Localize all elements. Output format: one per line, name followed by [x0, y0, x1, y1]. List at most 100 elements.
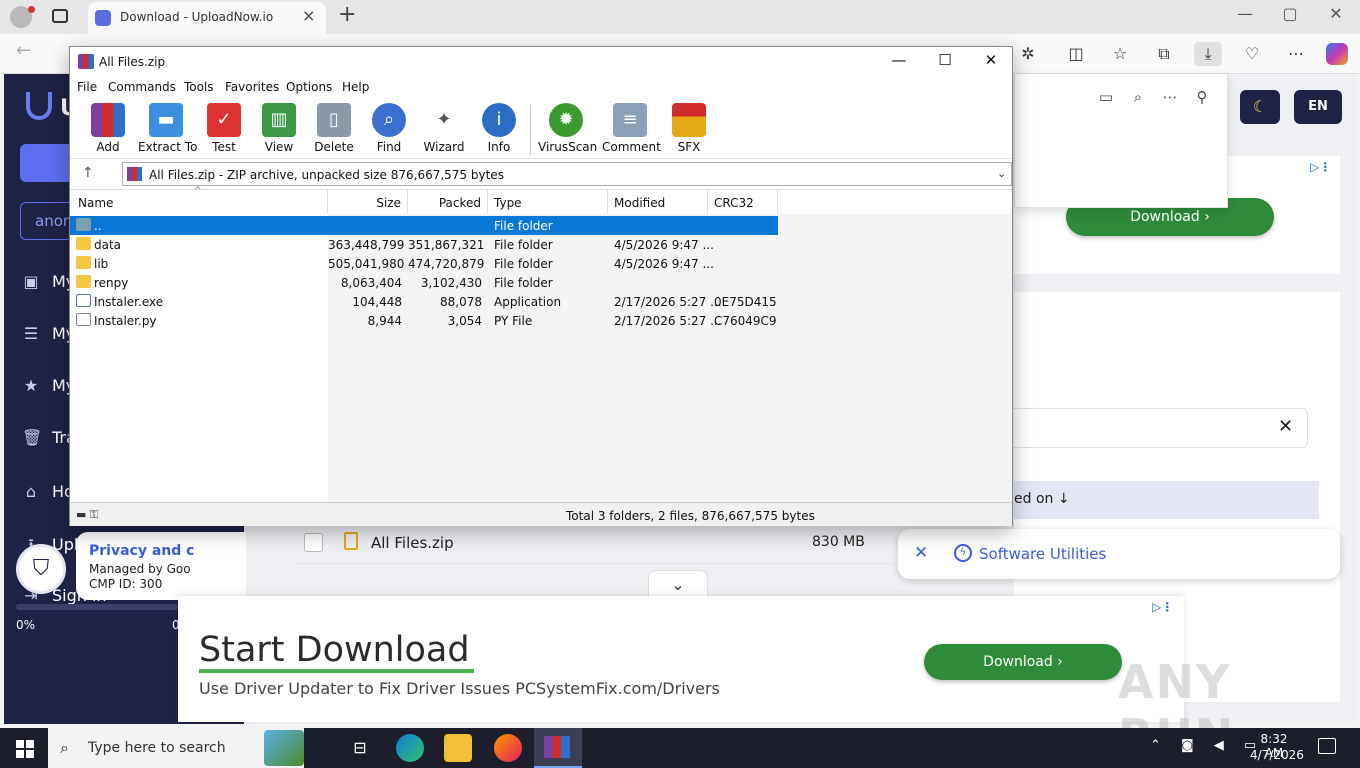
new-tab-button[interactable]: + [338, 2, 356, 27]
row-packed: 88,078 [440, 295, 482, 309]
file-checkbox[interactable] [304, 533, 323, 552]
taskbar-search-placeholder: Type here to search [88, 740, 226, 756]
firefox-icon[interactable] [494, 734, 522, 762]
toolbar-test-button[interactable]: ✓ Test [196, 103, 252, 157]
browser-tab[interactable]: Download - UploadNow.io × [88, 2, 326, 34]
row-size: 505,041,980 [328, 257, 405, 271]
up-folder-icon[interactable]: ↑ [82, 165, 94, 181]
table-row[interactable]: Instaler.exe 104,448 88,078 Application … [70, 292, 778, 311]
clock-date[interactable]: 4/7/2026 [1250, 748, 1304, 762]
sidebar-item-my-files[interactable]: ☰ My [22, 324, 75, 343]
split-screen-icon[interactable]: ◫ [1062, 42, 1090, 66]
chevron-down-icon[interactable]: ⌄ [997, 167, 1006, 180]
downloads-icon[interactable]: ⤓ [1194, 42, 1222, 66]
sidebar-item-my-uploads[interactable]: ▣ My [22, 272, 75, 291]
column-header-name[interactable]: Name ^ [70, 186, 328, 214]
toolbar-info-button[interactable]: i Info [471, 103, 527, 157]
drive-key-icon[interactable]: ▬ ⚿ [76, 508, 98, 522]
sidebar-item-home[interactable]: ⌂ Ho [22, 482, 74, 501]
toolbar-sfx-button[interactable]: SFX [661, 103, 717, 157]
column-header-type[interactable]: Type [488, 190, 608, 214]
toolbar-comment-button[interactable]: ≡ Comment [602, 103, 661, 157]
site-logo-icon[interactable] [26, 92, 52, 120]
column-header-size[interactable]: Size [328, 190, 408, 214]
more-menu-icon[interactable]: ⋯ [1282, 42, 1310, 66]
toolbar-virusscan-button[interactable]: ✹ VirusScan [538, 103, 597, 157]
winrar-maximize-button[interactable]: ☐ [922, 51, 968, 73]
menu-commands[interactable]: Commands [108, 80, 176, 94]
taskbar-search-box[interactable]: ⌕ Type here to search [48, 728, 304, 768]
toolbar-extract-to-button[interactable]: ▬ Extract To [138, 103, 197, 157]
archive-path-dropdown[interactable]: All Files.zip - ZIP archive, unpacked si… [122, 162, 1012, 186]
moon-icon[interactable]: ☾ [1240, 90, 1280, 124]
toolbar-find-button[interactable]: ⌕ Find [361, 103, 417, 157]
software-utilities-label[interactable]: Software Utilities [979, 545, 1106, 563]
sort-ascending-icon: ^ [194, 186, 202, 196]
sidebar-item-my-favorites[interactable]: ★ My [22, 376, 75, 395]
menu-help[interactable]: Help [342, 80, 369, 94]
column-header-modified[interactable]: Modified [608, 190, 708, 214]
collections-icon[interactable]: ⧉ [1150, 42, 1178, 66]
file-name[interactable]: All Files.zip [371, 534, 454, 552]
shield-icon[interactable]: ⛉ [16, 544, 66, 594]
winrar-minimize-button[interactable]: — [876, 51, 922, 73]
toolbar-delete-button[interactable]: ▯ Delete [306, 103, 362, 157]
system-tray-icons[interactable]: ⌃ ◙ ◀ ▭ [1150, 738, 1264, 753]
lightning-icon: ϟ [954, 544, 972, 562]
menu-favorites[interactable]: Favorites [225, 80, 279, 94]
privacy-title[interactable]: Privacy and c [89, 543, 194, 559]
open-folder-icon[interactable]: ▭ [1095, 88, 1117, 106]
tab-actions-icon[interactable] [52, 9, 68, 23]
chevron-down-icon[interactable]: ⌄ [648, 570, 708, 598]
favorites-icon[interactable]: ☆ [1106, 42, 1134, 66]
pin-icon[interactable]: ⚲ [1191, 88, 1213, 106]
ad-choices-icon[interactable]: ▷⋮ [1310, 160, 1331, 174]
column-header-crc32[interactable]: CRC32 [708, 190, 778, 214]
folder-icon [76, 237, 91, 250]
toolbar-wizard-button[interactable]: ✦ Wizard [416, 103, 472, 157]
search-icon[interactable]: ⌕ [1127, 88, 1149, 106]
ad-headline[interactable]: Start Download [199, 630, 470, 670]
table-row[interactable]: data 363,448,799 351,867,321 File folder… [70, 235, 778, 254]
file-search-input[interactable] [1014, 408, 1308, 448]
winrar-taskbar-button[interactable] [534, 728, 582, 768]
ad-choices-icon[interactable]: ▷⋮ [1152, 600, 1173, 614]
more-options-icon[interactable]: ⋯ [1159, 88, 1181, 106]
window-restore-button[interactable]: ▢ [1270, 4, 1310, 23]
winrar-titlebar[interactable]: All Files.zip — ☐ ✕ [70, 47, 1012, 77]
table-row[interactable]: renpy 8,063,404 3,102,430 File folder [70, 273, 778, 292]
toolbar-view-button[interactable]: ▥ View [251, 103, 307, 157]
window-close-button[interactable]: ✕ [1316, 4, 1356, 23]
sidebar-item-trash[interactable]: 🗑 Tra [22, 428, 76, 447]
sort-bar[interactable]: ed on ↓ [1014, 481, 1319, 519]
upload-progress-bar [16, 604, 178, 610]
toolbar-add-button[interactable]: Add [80, 103, 136, 157]
language-button[interactable]: EN [1294, 90, 1342, 124]
privacy-cmp-id: CMP ID: 300 [89, 577, 163, 591]
menu-tools[interactable]: Tools [184, 80, 214, 94]
task-view-icon[interactable]: ⊟ [346, 734, 374, 762]
tab-close-icon[interactable]: × [302, 6, 315, 25]
table-row[interactable]: lib 505,041,980 474,720,879 File folder … [70, 254, 778, 273]
file-explorer-icon[interactable] [444, 734, 472, 762]
ad-download-button-bottom[interactable]: Download › [924, 644, 1122, 680]
close-icon[interactable]: ✕ [914, 543, 928, 563]
notification-icon[interactable] [1318, 738, 1336, 754]
ad-subtext[interactable]: Use Driver Updater to Fix Driver Issues … [199, 679, 720, 698]
toolbar-label: Comment [602, 140, 661, 154]
browser-essentials-icon[interactable]: ♡ [1238, 42, 1266, 66]
table-row[interactable]: Instaler.py 8,944 3,054 PY File 2/17/202… [70, 311, 778, 330]
copilot-icon[interactable] [1326, 43, 1348, 65]
extensions-icon[interactable]: ✲ [1014, 42, 1042, 66]
sfx-archive-icon [672, 103, 706, 137]
menu-file[interactable]: File [77, 80, 97, 94]
table-row[interactable]: .. File folder [70, 216, 778, 235]
window-minimize-button[interactable]: — [1225, 4, 1265, 23]
column-header-packed[interactable]: Packed [408, 190, 488, 214]
windows-start-icon[interactable] [16, 740, 34, 758]
edge-browser-icon[interactable] [396, 734, 424, 762]
menu-options[interactable]: Options [286, 80, 332, 94]
clear-search-icon[interactable]: ✕ [1278, 416, 1293, 437]
winrar-close-button[interactable]: ✕ [968, 51, 1014, 73]
back-arrow-icon[interactable]: ← [16, 40, 31, 61]
